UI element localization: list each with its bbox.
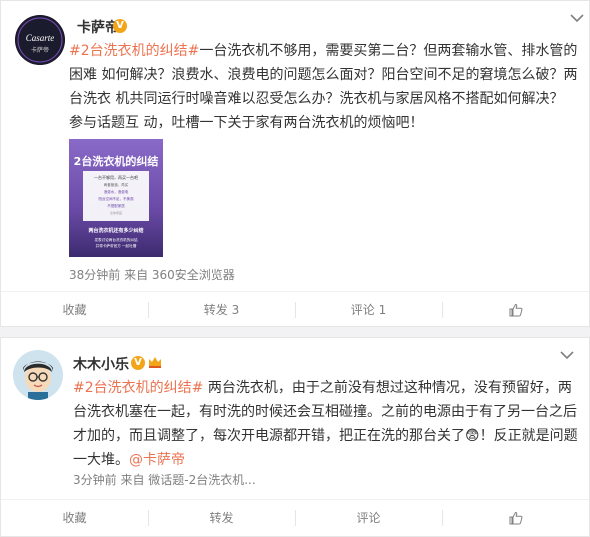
- like-button[interactable]: [442, 500, 589, 535]
- favorite-button[interactable]: 收藏: [1, 500, 148, 535]
- svg-text:全体家庭: 全体家庭: [110, 210, 122, 215]
- weibo-post-card: Casarte 卡萨帝 卡萨帝 V #2台洗衣机的纠结#一台洗衣机不够用，需要买…: [0, 0, 590, 327]
- svg-text:发表讨论两台洗衣机的纠结: 发表讨论两台洗衣机的纠结: [94, 237, 138, 242]
- weibo-post-card: 木木小乐 V #2台洗衣机的纠结# 两台洗衣机，由于之前没有想过这种情况，没有预…: [0, 337, 590, 537]
- chevron-down-icon[interactable]: [569, 13, 585, 23]
- thumbs-up-icon: [509, 303, 522, 316]
- thumbs-up-icon: [509, 511, 522, 524]
- post-text: #2台洗衣机的纠结# 两台洗衣机，由于之前没有想过这种情况，没有预留好，两台洗衣…: [73, 376, 581, 472]
- comment-button[interactable]: 评论: [295, 500, 442, 535]
- svg-text:卡萨帝: 卡萨帝: [31, 46, 49, 54]
- emoji-icon: 😨: [465, 428, 480, 444]
- chevron-down-icon[interactable]: [559, 350, 575, 360]
- post-meta: 38分钟前 来自 360安全浏览器: [69, 268, 235, 282]
- verified-badge-icon: V: [113, 19, 127, 33]
- svg-text:Casarte: Casarte: [26, 33, 55, 43]
- member-crown-icon: [149, 357, 161, 368]
- user-avatar[interactable]: Casarte 卡萨帝: [15, 15, 65, 65]
- svg-text:两套管道，再买: 两套管道，再买: [104, 182, 129, 187]
- user-avatar[interactable]: [13, 350, 63, 400]
- svg-text:两台洗衣机还有多少纠结: 两台洗衣机还有多少纠结: [88, 227, 143, 234]
- repost-button[interactable]: 转发: [148, 500, 295, 535]
- svg-text:并带卡萨帝官方 一起吐槽: 并带卡萨帝官方 一起吐槽: [96, 243, 137, 248]
- post-image-graphic: 2台洗衣机的纠结 一台不够用，再买一台吧 两套管道，再买 浪费水，浪费电 阳台空…: [69, 139, 163, 257]
- verified-badge-icon: V: [131, 356, 145, 370]
- post-meta: 3分钟前 来自 微话题-2台洗衣机...: [73, 473, 256, 487]
- svg-text:浪费水，浪费电: 浪费水，浪费电: [104, 189, 129, 194]
- like-button[interactable]: [442, 292, 589, 327]
- action-bar: 收藏 转发 3 评论 1: [1, 291, 589, 327]
- svg-text:一台不够用，再买一台吧: 一台不够用，再买一台吧: [94, 174, 138, 180]
- mention-link[interactable]: @卡萨帝: [129, 452, 185, 468]
- comment-button[interactable]: 评论 1: [295, 292, 442, 327]
- action-bar: 收藏 转发 评论: [1, 499, 589, 535]
- post-image[interactable]: 2台洗衣机的纠结 一台不够用，再买一台吧 两套管道，再买 浪费水，浪费电 阳台空…: [69, 139, 163, 257]
- topic-link[interactable]: #2台洗衣机的纠结#: [69, 43, 199, 59]
- cartoon-avatar-icon: [13, 350, 63, 400]
- repost-button[interactable]: 转发 3: [148, 292, 295, 327]
- topic-link[interactable]: #2台洗衣机的纠结#: [73, 380, 203, 396]
- favorite-button[interactable]: 收藏: [1, 292, 148, 327]
- svg-text:阳台空间不足，不美观: 阳台空间不足，不美观: [99, 196, 134, 201]
- svg-text:不搭配家居: 不搭配家居: [107, 203, 125, 208]
- casarte-logo-icon: Casarte 卡萨帝: [15, 15, 65, 65]
- svg-text:2台洗衣机的纠结: 2台洗衣机的纠结: [74, 154, 159, 168]
- username[interactable]: 木木小乐: [73, 354, 129, 374]
- post-text: #2台洗衣机的纠结#一台洗衣机不够用，需要买第二台？但两套输水管、排水管的困难 …: [69, 39, 581, 135]
